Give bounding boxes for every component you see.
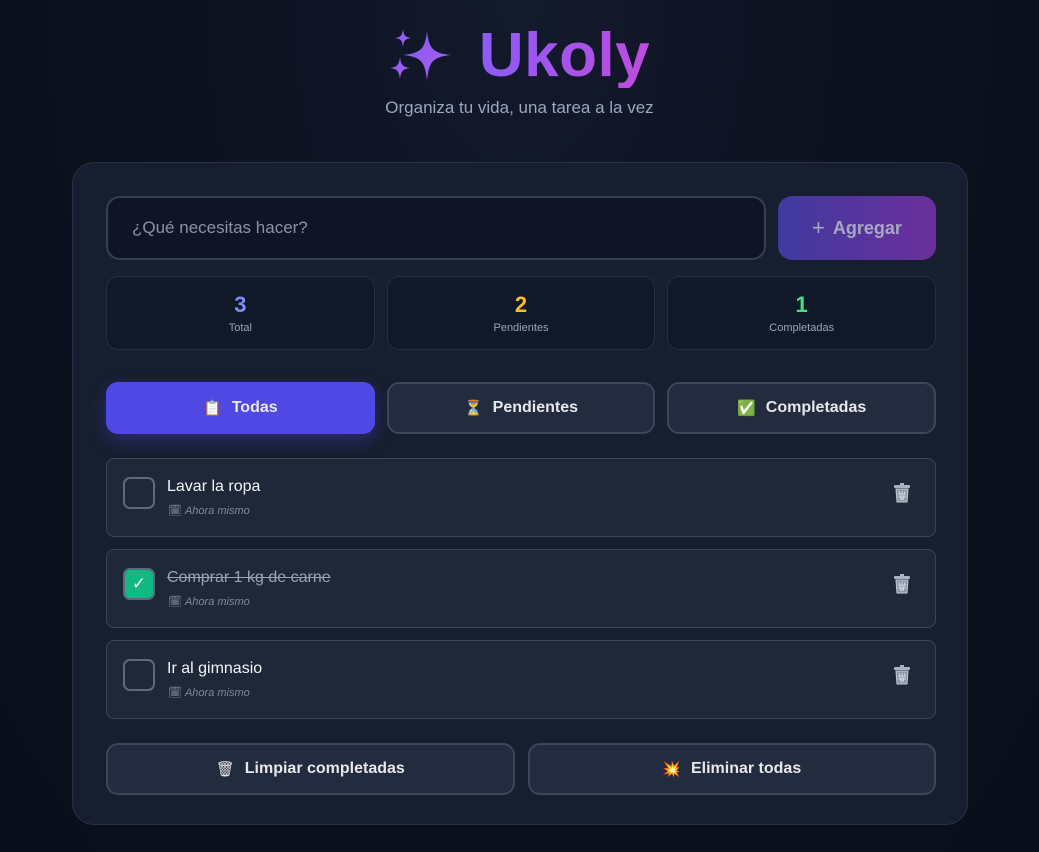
stats-row: 3 Total 2 Pendientes 1 Completadas: [106, 276, 937, 350]
task-input[interactable]: [106, 196, 766, 260]
task-timestamp: 🗓 Ahora mismo: [168, 686, 250, 699]
stat-pending: 2 Pendientes: [386, 276, 656, 350]
calendar-icon: 🗓: [168, 687, 182, 699]
bulk-actions: 🗑 Limpiar completadas 💥 Eliminar todas: [106, 743, 936, 795]
task-text: Ir al gimnasio: [167, 660, 263, 677]
task-time-label: Ahora mismo: [184, 505, 250, 517]
delete-all-label: Eliminar todas: [690, 760, 802, 777]
plus-icon: +: [812, 215, 825, 240]
todo-card: + Agregar 3 Total 2 Pendientes 1 Complet…: [72, 162, 968, 825]
filter-tabs: 📋 Todas ⏳ Pendientes ✅ Completadas: [106, 382, 937, 434]
trash-icon[interactable]: [893, 665, 911, 685]
stat-total: 3 Total: [106, 276, 375, 350]
task-checkbox[interactable]: [123, 659, 155, 691]
add-task-row: + Agregar: [106, 196, 936, 260]
app-header: Ukoly Organiza tu vida, una tarea a la v…: [0, 24, 1039, 118]
check-box-icon: ✅: [737, 400, 756, 417]
clear-completed-button[interactable]: 🗑 Limpiar completadas: [106, 743, 515, 795]
add-task-button[interactable]: + Agregar: [778, 196, 936, 260]
task-item: Ir al gimnasio 🗓 Ahora mismo: [106, 640, 936, 719]
filter-label: Todas: [231, 399, 278, 416]
task-checkbox[interactable]: ✓: [123, 568, 155, 600]
task-checkbox[interactable]: [123, 477, 155, 509]
trash-icon: 🗑: [215, 761, 235, 778]
task-time-label: Ahora mismo: [184, 596, 250, 608]
calendar-icon: 🗓: [168, 596, 182, 608]
clipboard-icon: 📋: [203, 400, 222, 417]
explosion-icon: 💥: [662, 761, 681, 778]
filter-pending[interactable]: ⏳ Pendientes: [386, 382, 656, 434]
stat-value: 2: [514, 292, 528, 317]
sparkles-icon: [389, 29, 451, 81]
task-timestamp: 🗓 Ahora mismo: [168, 595, 250, 608]
trash-icon[interactable]: [893, 483, 911, 503]
app-subtitle: Organiza tu vida, una tarea a la vez: [385, 98, 654, 117]
filter-label: Pendientes: [492, 399, 579, 416]
trash-icon[interactable]: [893, 574, 911, 594]
task-item: Lavar la ropa 🗓 Ahora mismo: [106, 458, 936, 537]
delete-all-button[interactable]: 💥 Eliminar todas: [527, 743, 936, 795]
filter-completed[interactable]: ✅ Completadas: [667, 382, 937, 434]
task-time-label: Ahora mismo: [184, 687, 250, 699]
filter-all[interactable]: 📋 Todas: [106, 382, 375, 434]
stat-completed: 1 Completadas: [667, 276, 937, 350]
app-title: Ukoly: [478, 21, 651, 90]
stat-value: 1: [795, 292, 808, 317]
stat-label: Total: [228, 322, 252, 334]
clear-completed-label: Limpiar completadas: [244, 760, 405, 777]
task-text: Comprar 1 kg de carne: [167, 569, 331, 586]
hourglass-icon: ⏳: [463, 400, 483, 417]
stat-label: Pendientes: [493, 322, 549, 334]
task-list: Lavar la ropa 🗓 Ahora mismo ✓ Comprar 1 k…: [106, 458, 936, 719]
filter-label: Completadas: [765, 399, 867, 416]
task-text: Lavar la ropa: [167, 478, 261, 495]
brand: Ukoly: [0, 24, 1039, 88]
stat-value: 3: [234, 292, 247, 317]
task-item: ✓ Comprar 1 kg de carne 🗓 Ahora mismo: [106, 549, 936, 628]
stat-label: Completadas: [769, 322, 835, 334]
calendar-icon: 🗓: [168, 505, 182, 517]
task-timestamp: 🗓 Ahora mismo: [168, 504, 250, 517]
add-task-label: Agregar: [832, 217, 902, 238]
